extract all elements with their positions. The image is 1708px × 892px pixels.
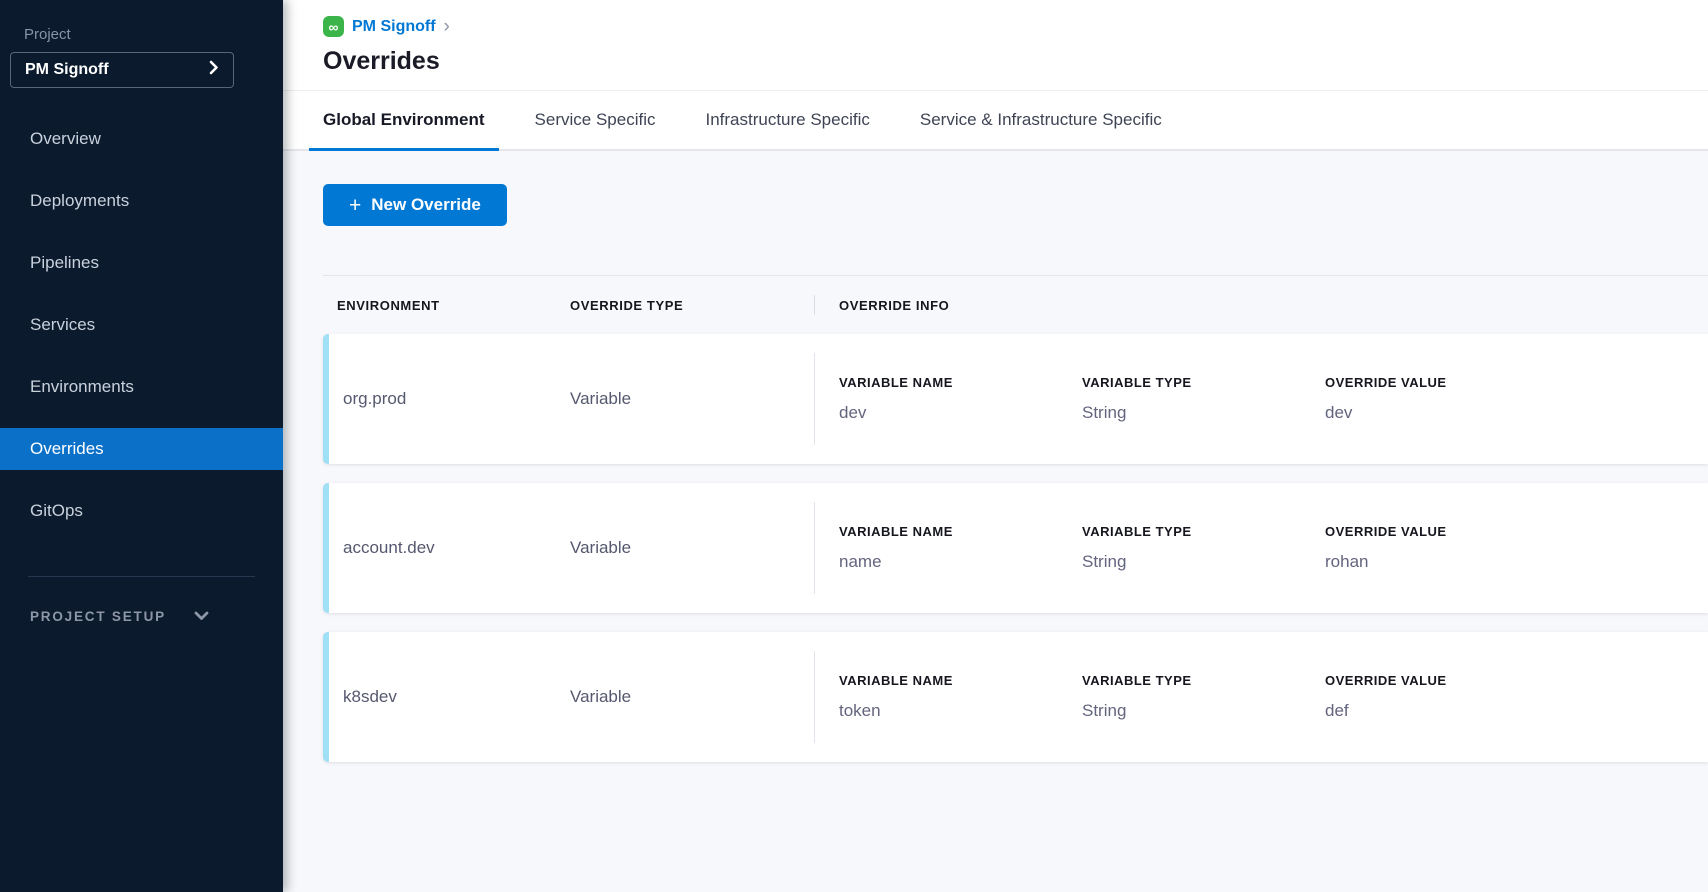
tab-label: Service Specific [535,110,656,130]
column-header-environment: ENVIRONMENT [323,298,570,313]
sidebar-divider [28,576,255,577]
page-header: ∞ PM Signoff › Overrides [283,0,1708,91]
override-value-value: def [1325,701,1568,721]
override-rows: org.prod Variable VARIABLE NAME dev VARI… [323,334,1708,762]
sidebar-item-environments[interactable]: Environments [0,366,283,408]
override-value-value: dev [1325,403,1568,423]
project-setup-label: PROJECT SETUP [30,609,166,624]
override-row-account-dev[interactable]: account.dev Variable VARIABLE NAME name … [323,483,1708,613]
variable-name-label: VARIABLE NAME [839,524,1082,539]
variable-type-label: VARIABLE TYPE [1082,524,1325,539]
tab-infrastructure-specific[interactable]: Infrastructure Specific [691,91,883,151]
overrides-table: ENVIRONMENT OVERRIDE TYPE OVERRIDE INFO … [323,275,1708,762]
chevron-right-icon [209,60,219,80]
variable-name-label: VARIABLE NAME [839,673,1082,688]
row-override-type: Variable [570,389,814,409]
overrides-tabbar: Global Environment Service Specific Infr… [283,91,1708,151]
variable-type-value: String [1082,701,1325,721]
breadcrumb-separator-icon: › [444,17,450,36]
sidebar-item-overrides[interactable]: Overrides [0,428,283,470]
page-title: Overrides [323,47,1708,76]
sidebar-nav-label: Overview [30,129,101,149]
variable-name-label: VARIABLE NAME [839,375,1082,390]
sidebar-item-services[interactable]: Services [0,304,283,346]
sidebar-item-overview[interactable]: Overview [0,118,283,160]
tab-label: Service & Infrastructure Specific [920,110,1162,130]
tab-global-environment[interactable]: Global Environment [309,91,499,151]
new-override-label: New Override [371,195,481,215]
row-environment: k8sdev [329,687,570,707]
row-environment: org.prod [329,389,570,409]
sidebar-nav-label: Services [30,315,95,335]
sidebar-nav-label: Environments [30,377,134,397]
override-value-value: rohan [1325,552,1568,572]
main-area: ∞ PM Signoff › Overrides Global Environm… [283,0,1708,892]
row-override-info: VARIABLE NAME dev VARIABLE TYPE String O… [815,375,1568,423]
column-header-override-type: OVERRIDE TYPE [570,298,814,313]
project-selector-value: PM Signoff [25,61,109,79]
override-row-org-prod[interactable]: org.prod Variable VARIABLE NAME dev VARI… [323,334,1708,464]
project-label: Project [24,26,283,43]
cd-module-icon: ∞ [323,16,344,37]
sidebar-item-project-setup[interactable]: PROJECT SETUP [30,609,283,624]
variable-type-value: String [1082,403,1325,423]
variable-type-label: VARIABLE TYPE [1082,375,1325,390]
table-header-row: ENVIRONMENT OVERRIDE TYPE OVERRIDE INFO [323,276,1708,334]
sidebar-item-deployments[interactable]: Deployments [0,180,283,222]
variable-name-value: dev [839,403,1082,423]
sidebar-nav-label: GitOps [30,501,83,521]
breadcrumb-project-link[interactable]: PM Signoff [352,18,436,36]
variable-name-value: name [839,552,1082,572]
sidebar-nav-label: Overrides [30,439,104,459]
column-header-override-info: OVERRIDE INFO [815,298,949,313]
new-override-button[interactable]: + New Override [323,184,507,226]
override-value-label: OVERRIDE VALUE [1325,375,1568,390]
tab-service-infrastructure-specific[interactable]: Service & Infrastructure Specific [906,91,1176,151]
sidebar-nav-label: Pipelines [30,253,99,273]
row-override-info: VARIABLE NAME token VARIABLE TYPE String… [815,673,1568,721]
sidebar-item-gitops[interactable]: GitOps [0,490,283,532]
variable-name-value: token [839,701,1082,721]
row-environment: account.dev [329,538,570,558]
plus-icon: + [349,195,361,216]
tab-label: Infrastructure Specific [705,110,869,130]
sidebar-nav-label: Deployments [30,191,129,211]
variable-type-value: String [1082,552,1325,572]
sidebar-nav: Overview Deployments Pipelines Services … [0,118,283,532]
row-override-type: Variable [570,538,814,558]
override-row-k8sdev[interactable]: k8sdev Variable VARIABLE NAME token VARI… [323,632,1708,762]
sidebar-item-pipelines[interactable]: Pipelines [0,242,283,284]
tab-service-specific[interactable]: Service Specific [521,91,670,151]
override-value-label: OVERRIDE VALUE [1325,524,1568,539]
row-override-type: Variable [570,687,814,707]
breadcrumb: ∞ PM Signoff › [323,16,1708,37]
override-value-label: OVERRIDE VALUE [1325,673,1568,688]
chevron-down-icon [194,609,209,624]
project-selector[interactable]: PM Signoff [10,52,234,88]
tab-label: Global Environment [323,110,485,130]
content-area: + New Override ENVIRONMENT OVERRIDE TYPE… [283,151,1708,892]
row-override-info: VARIABLE NAME name VARIABLE TYPE String … [815,524,1568,572]
variable-type-label: VARIABLE TYPE [1082,673,1325,688]
project-sidebar: Project PM Signoff Overview Deployments … [0,0,283,892]
